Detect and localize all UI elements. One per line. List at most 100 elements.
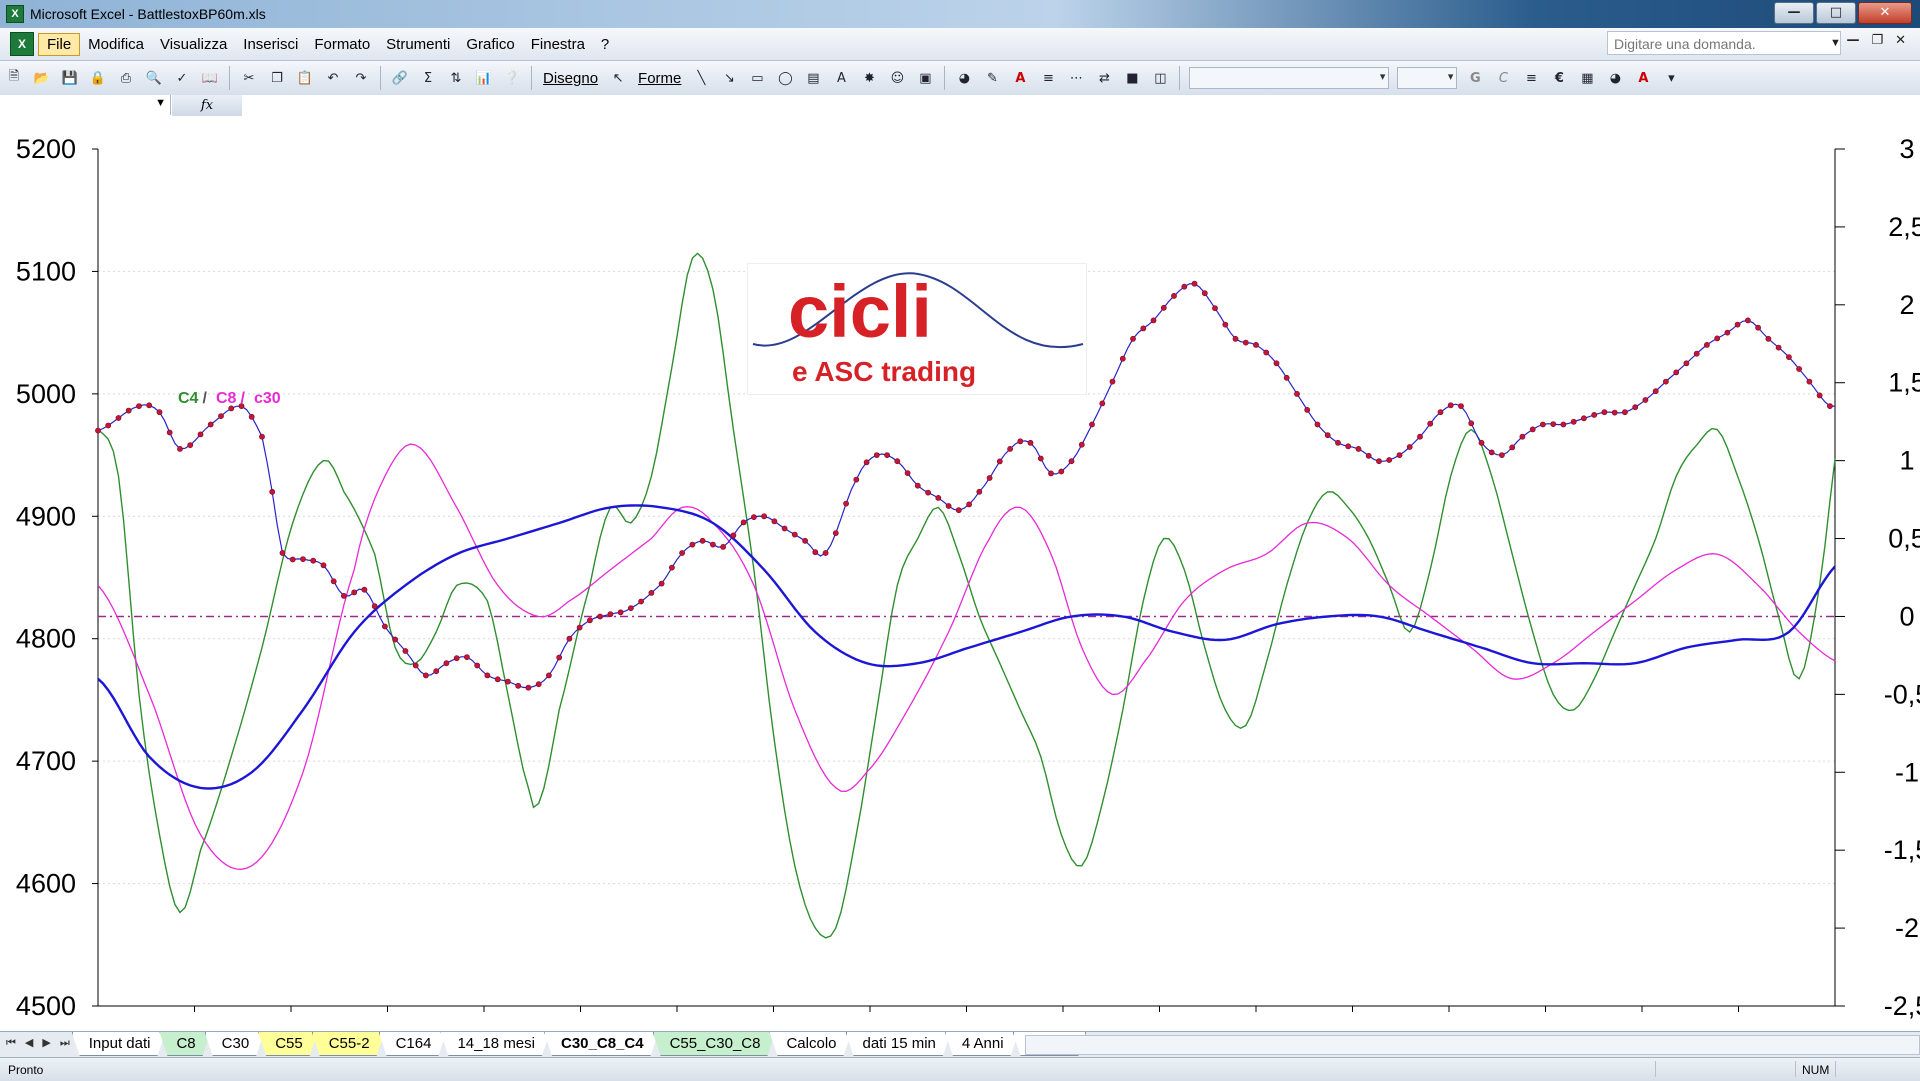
next-sheet-icon[interactable]: ▶: [42, 1036, 50, 1050]
arrow-icon[interactable]: ↘: [718, 67, 740, 89]
print-preview-icon[interactable]: 🔍: [143, 67, 165, 89]
price-marker: [1089, 421, 1095, 428]
sheet-tab-c55-2[interactable]: C55-2: [312, 1032, 385, 1056]
price-marker: [628, 605, 634, 611]
horizontal-scrollbar[interactable]: [1025, 1035, 1920, 1055]
oval-icon[interactable]: ◯: [774, 67, 796, 89]
workbook-close-icon[interactable]: ✕: [1895, 33, 1906, 48]
cell-font-color-icon[interactable]: A: [1632, 67, 1654, 89]
minimize-icon[interactable]: —: [1774, 2, 1814, 24]
ask-question-dropdown-icon[interactable]: ▼: [1830, 31, 1841, 55]
price-marker: [453, 655, 460, 662]
formula-bar: ▼ fx: [0, 95, 1920, 118]
sheet-tab-input-dati[interactable]: Input dati: [72, 1032, 166, 1056]
sort-icon[interactable]: ⇅: [445, 67, 467, 89]
bold-button[interactable]: G: [1464, 67, 1486, 89]
font-color-icon[interactable]: A: [1009, 67, 1031, 89]
ask-question-input[interactable]: Digitare una domanda.: [1607, 31, 1841, 55]
autosum-icon[interactable]: Σ: [417, 67, 439, 89]
font-size-dropdown[interactable]: [1397, 67, 1458, 89]
workbook-restore-icon[interactable]: ❐: [1871, 33, 1883, 48]
wordart-icon[interactable]: A: [830, 67, 852, 89]
research-icon[interactable]: 📖: [199, 67, 221, 89]
price-marker: [115, 415, 122, 421]
name-box-dropdown-icon[interactable]: ▼: [155, 97, 166, 109]
borders-icon[interactable]: ▦: [1576, 67, 1598, 89]
shadow-icon[interactable]: ■: [1121, 67, 1143, 89]
maximize-icon[interactable]: □: [1816, 2, 1856, 24]
menu-file[interactable]: File: [38, 32, 81, 56]
euro-button[interactable]: €: [1548, 67, 1570, 89]
line-icon[interactable]: ╲: [690, 67, 712, 89]
excel-app-icon[interactable]: X: [6, 5, 24, 23]
new-document-icon[interactable]: 🗎: [3, 67, 25, 89]
redo-icon[interactable]: ↷: [350, 67, 372, 89]
rectangle-icon[interactable]: ▭: [746, 67, 768, 89]
picture-icon[interactable]: ▣: [914, 67, 936, 89]
price-marker: [996, 458, 1003, 465]
name-box[interactable]: ▼: [0, 95, 171, 115]
permission-icon[interactable]: 🔒: [87, 67, 109, 89]
workbook-minimize-icon[interactable]: —: [1846, 33, 1859, 48]
sheet-tab-c55-c30-c8[interactable]: C55_C30_C8: [653, 1032, 776, 1056]
sheet-tab-dati-15-min[interactable]: dati 15 min: [846, 1032, 951, 1056]
price-marker: [1304, 406, 1311, 413]
spelling-icon[interactable]: ✓: [171, 67, 193, 89]
save-icon[interactable]: 💾: [59, 67, 81, 89]
paste-icon[interactable]: 📋: [294, 67, 316, 89]
line-style-icon[interactable]: ≡: [1037, 67, 1059, 89]
toolbar-options-icon[interactable]: ▾: [1660, 67, 1682, 89]
close-icon[interactable]: ✕: [1858, 2, 1912, 24]
sheet-tab-c30[interactable]: C30: [205, 1032, 265, 1056]
line-color-icon[interactable]: ✎: [981, 67, 1003, 89]
sheet-tab-4-anni[interactable]: 4 Anni: [945, 1032, 1019, 1056]
undo-icon[interactable]: ↶: [322, 67, 344, 89]
insert-function-button[interactable]: fx: [172, 95, 242, 116]
menu-inserisci[interactable]: Inserisci: [235, 34, 306, 55]
first-sheet-icon[interactable]: ⏮: [6, 1036, 16, 1050]
price-marker: [1417, 433, 1423, 440]
menu-formato[interactable]: Formato: [306, 34, 378, 55]
menu-grafico[interactable]: Grafico: [458, 34, 522, 55]
cut-icon[interactable]: ✂: [238, 67, 260, 89]
help-icon[interactable]: ❔: [501, 67, 523, 89]
menu-modifica[interactable]: Modifica: [80, 34, 152, 55]
sheet-tab-c8[interactable]: C8: [159, 1032, 210, 1056]
fill-color-icon[interactable]: ◕: [953, 67, 975, 89]
3d-icon[interactable]: ◫: [1149, 67, 1171, 89]
align-icon[interactable]: ≡: [1520, 67, 1542, 89]
right-axis-tick-label: 0: [1899, 601, 1914, 631]
print-icon[interactable]: ⎙: [115, 67, 137, 89]
chart-wizard-icon[interactable]: 📊: [473, 67, 495, 89]
menu-visualizza[interactable]: Visualizza: [152, 34, 235, 55]
clipart-icon[interactable]: ☺: [886, 67, 908, 89]
font-name-dropdown[interactable]: [1189, 67, 1390, 89]
arrow-style-icon[interactable]: ⇄: [1093, 67, 1115, 89]
sheet-tab-c164[interactable]: C164: [379, 1032, 447, 1056]
open-folder-icon[interactable]: 📂: [31, 67, 53, 89]
draw-menu-button[interactable]: Disegno: [537, 70, 604, 87]
diagram-icon[interactable]: ✸: [858, 67, 880, 89]
price-marker: [1488, 449, 1495, 456]
autoshapes-menu-button[interactable]: Forme: [632, 70, 687, 87]
right-axis-tick-label: 2,5: [1888, 212, 1920, 242]
dash-style-icon[interactable]: ⋯: [1065, 67, 1087, 89]
cell-fill-color-icon[interactable]: ◕: [1604, 67, 1626, 89]
sheet-tab-c55[interactable]: C55: [258, 1032, 318, 1056]
copy-icon[interactable]: ❐: [266, 67, 288, 89]
menu-finestra[interactable]: Finestra: [523, 34, 593, 55]
select-arrow-icon[interactable]: ↖: [607, 67, 629, 89]
prev-sheet-icon[interactable]: ◀: [25, 1036, 33, 1050]
textbox-icon[interactable]: ▤: [802, 67, 824, 89]
menu-help[interactable]: ?: [593, 34, 617, 55]
sheet-tab-14-18-mesi[interactable]: 14_18 mesi: [440, 1032, 550, 1056]
chart-area[interactable]: 5200 5100 5000 4900 4800 4700 4600 4500 3 2,5 2 1,5…: [0, 117, 1920, 1030]
workbook-icon[interactable]: X: [10, 32, 34, 56]
price-marker: [740, 519, 747, 526]
menu-strumenti[interactable]: Strumenti: [378, 34, 458, 55]
hyperlink-icon[interactable]: 🔗: [389, 67, 411, 89]
sheet-tab-c30-c8-c4[interactable]: C30_C8_C4: [544, 1032, 659, 1056]
italic-button[interactable]: C: [1492, 67, 1514, 89]
sheet-tab-calcolo[interactable]: Calcolo: [769, 1032, 851, 1056]
last-sheet-icon[interactable]: ⏭: [60, 1036, 70, 1050]
